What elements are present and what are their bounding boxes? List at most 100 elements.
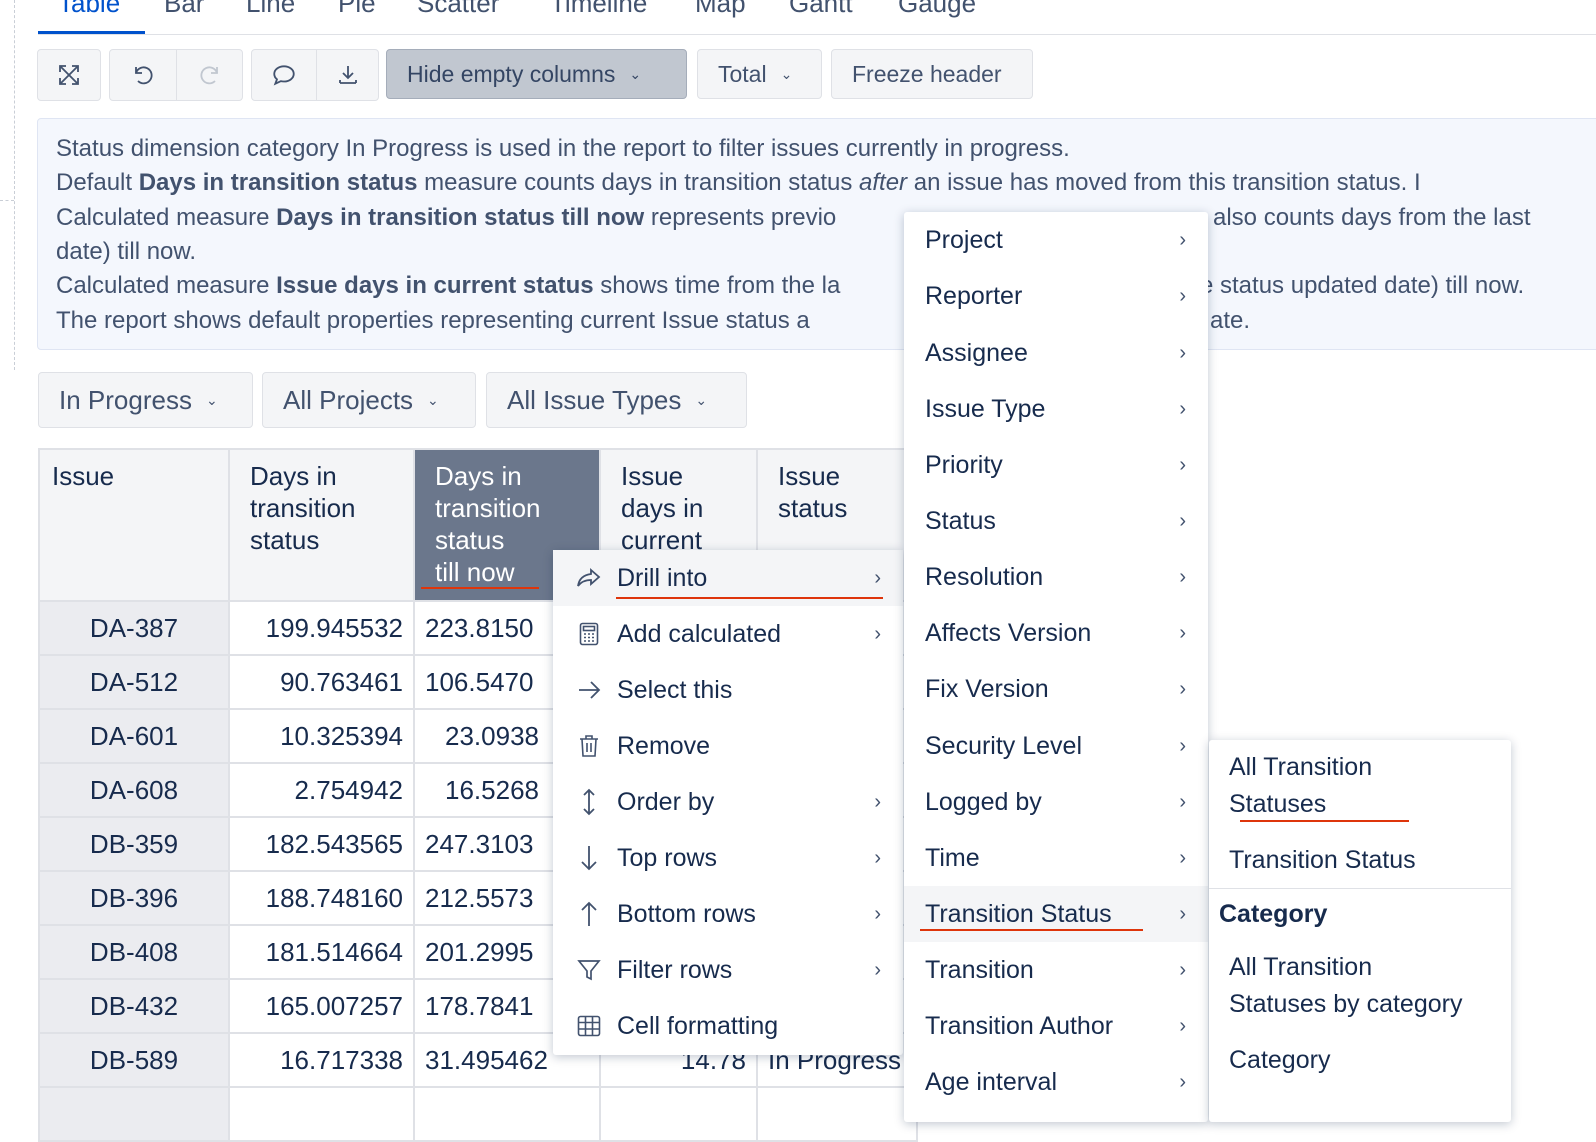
tab-table[interactable]: Table (58, 0, 120, 20)
menu-item-filter-rows[interactable]: Filter rows › (553, 942, 903, 998)
cell-days-till-now[interactable] (413, 1086, 601, 1142)
chevron-right-icon: › (1179, 341, 1186, 364)
cell-days[interactable]: 2.754942 (228, 762, 415, 818)
menu-item-remove[interactable]: Remove (553, 718, 903, 774)
dimension-priority[interactable]: Priority › (904, 437, 1208, 493)
dimension-resolution[interactable]: Resolution › (904, 549, 1208, 605)
arrow-down-icon (575, 844, 603, 872)
chevron-right-icon: › (1179, 228, 1186, 251)
status-filter-dropdown[interactable]: In Progress ⌄ (38, 372, 253, 428)
row-issue-key[interactable]: DB-432 (38, 978, 230, 1034)
row-issue-key[interactable]: DA-387 (38, 600, 230, 656)
tab-gauge[interactable]: Gauge (898, 0, 976, 20)
cell-status[interactable] (756, 1086, 918, 1142)
chevron-right-icon: › (874, 790, 881, 813)
status-filter-label: In Progress (59, 384, 192, 415)
cell-days[interactable]: 165.007257 (228, 978, 415, 1034)
download-icon (338, 66, 357, 84)
menu-item-add-calculated[interactable]: Add calculated › (553, 606, 903, 662)
project-filter-label: All Projects (283, 384, 414, 415)
hide-empty-columns-label: Hide empty columns (407, 60, 616, 87)
comment-export-group (251, 49, 379, 101)
redo-icon (199, 66, 218, 85)
row-issue-key[interactable]: DA-512 (38, 654, 230, 710)
tab-bar[interactable]: Bar (164, 0, 204, 20)
row-issue-key[interactable]: DA-608 (38, 762, 230, 818)
dimension-assignee[interactable]: Assignee › (904, 325, 1208, 381)
comment-button[interactable] (252, 50, 316, 100)
menu-separator (1209, 888, 1511, 889)
chevron-right-icon: › (1179, 621, 1186, 644)
dimension-time[interactable]: Time › (904, 830, 1208, 886)
chevron-right-icon: › (1179, 846, 1186, 869)
level-category[interactable]: Category (1229, 1042, 1330, 1079)
dimension-project[interactable]: Project › (904, 212, 1208, 268)
calculator-icon (575, 620, 603, 648)
level-transition-status[interactable]: Transition Status (1229, 842, 1416, 879)
cell-days[interactable]: 182.543565 (228, 816, 415, 872)
row-issue-key[interactable]: DA-601 (38, 708, 230, 764)
undo-button[interactable] (110, 50, 176, 100)
cell-current[interactable] (599, 1086, 758, 1142)
active-tab-indicator (38, 31, 145, 34)
cell-days[interactable] (228, 1086, 415, 1142)
dimension-transition[interactable]: Transition › (904, 942, 1208, 998)
fullscreen-button[interactable] (38, 50, 100, 100)
issue-type-filter-dropdown[interactable]: All Issue Types ⌄ (486, 372, 747, 428)
info-line-5-tail: e status updated date) till now. (1200, 272, 1525, 299)
dimension-reporter[interactable]: Reporter › (904, 268, 1208, 324)
total-dropdown[interactable]: Total ⌄ (697, 49, 822, 99)
dimension-affects-version[interactable]: Affects Version › (904, 605, 1208, 661)
project-filter-dropdown[interactable]: All Projects ⌄ (262, 372, 476, 428)
row-issue-key[interactable]: DB-396 (38, 870, 230, 926)
cell-days[interactable]: 181.514664 (228, 924, 415, 980)
tab-gantt[interactable]: Gantt (789, 0, 853, 20)
cell-days[interactable]: 199.945532 (228, 600, 415, 656)
cell-days[interactable]: 188.748160 (228, 870, 415, 926)
tab-pie[interactable]: Pie (338, 0, 376, 20)
dimension-transition-author[interactable]: Transition Author › (904, 998, 1208, 1054)
redo-button[interactable] (176, 50, 242, 100)
dimension-issue-type[interactable]: Issue Type › (904, 381, 1208, 437)
chevron-right-icon: › (874, 846, 881, 869)
dimension-security-level[interactable]: Security Level › (904, 718, 1208, 774)
tab-timeline[interactable]: Timeline (550, 0, 647, 20)
total-label: Total (718, 60, 767, 87)
chevron-down-icon: ⌄ (695, 391, 708, 408)
column-header-issue[interactable]: Issue (38, 448, 230, 602)
dimension-transition-status[interactable]: Transition Status › (904, 886, 1208, 942)
row-issue-key[interactable]: DB-408 (38, 924, 230, 980)
cell-days[interactable]: 90.763461 (228, 654, 415, 710)
dimension-logged-by[interactable]: Logged by › (904, 774, 1208, 830)
category-section-header: Category (1219, 900, 1328, 928)
cell-days[interactable]: 10.325394 (228, 708, 415, 764)
menu-item-cell-formatting[interactable]: Cell formatting (553, 998, 903, 1054)
chevron-right-icon: › (874, 622, 881, 645)
freeze-header-button[interactable]: Freeze header (831, 49, 1033, 99)
row-issue-key[interactable]: DB-359 (38, 816, 230, 872)
share-arrow-icon (575, 564, 603, 592)
dimension-age-interval[interactable]: Age interval › (904, 1054, 1208, 1110)
chevron-right-icon: › (1179, 397, 1186, 420)
chevron-right-icon: › (874, 902, 881, 925)
menu-item-order-by[interactable]: Order by › (553, 774, 903, 830)
row-issue-key[interactable]: DB-589 (38, 1032, 230, 1088)
cell-days[interactable]: 16.717338 (228, 1032, 415, 1088)
tab-scatter[interactable]: Scatter (417, 0, 499, 20)
hide-empty-columns-dropdown[interactable]: Hide empty columns ⌄ (386, 49, 687, 99)
table-icon (575, 1012, 603, 1040)
column-header-days-in-transition-status[interactable]: Days in transition status (228, 448, 415, 602)
row-issue-key[interactable] (38, 1086, 230, 1142)
dimension-status[interactable]: Status › (904, 493, 1208, 549)
tab-line[interactable]: Line (246, 0, 295, 20)
chevron-right-icon: › (1179, 790, 1186, 813)
freeze-header-label: Freeze header (852, 60, 1002, 87)
export-button[interactable] (316, 50, 378, 100)
chevron-right-icon: › (1179, 565, 1186, 588)
menu-item-top-rows[interactable]: Top rows › (553, 830, 903, 886)
fullscreen-group (37, 49, 101, 101)
menu-item-select-this[interactable]: Select this (553, 662, 903, 718)
menu-item-bottom-rows[interactable]: Bottom rows › (553, 886, 903, 942)
dimension-fix-version[interactable]: Fix Version › (904, 661, 1208, 717)
tab-map[interactable]: Map (695, 0, 746, 20)
